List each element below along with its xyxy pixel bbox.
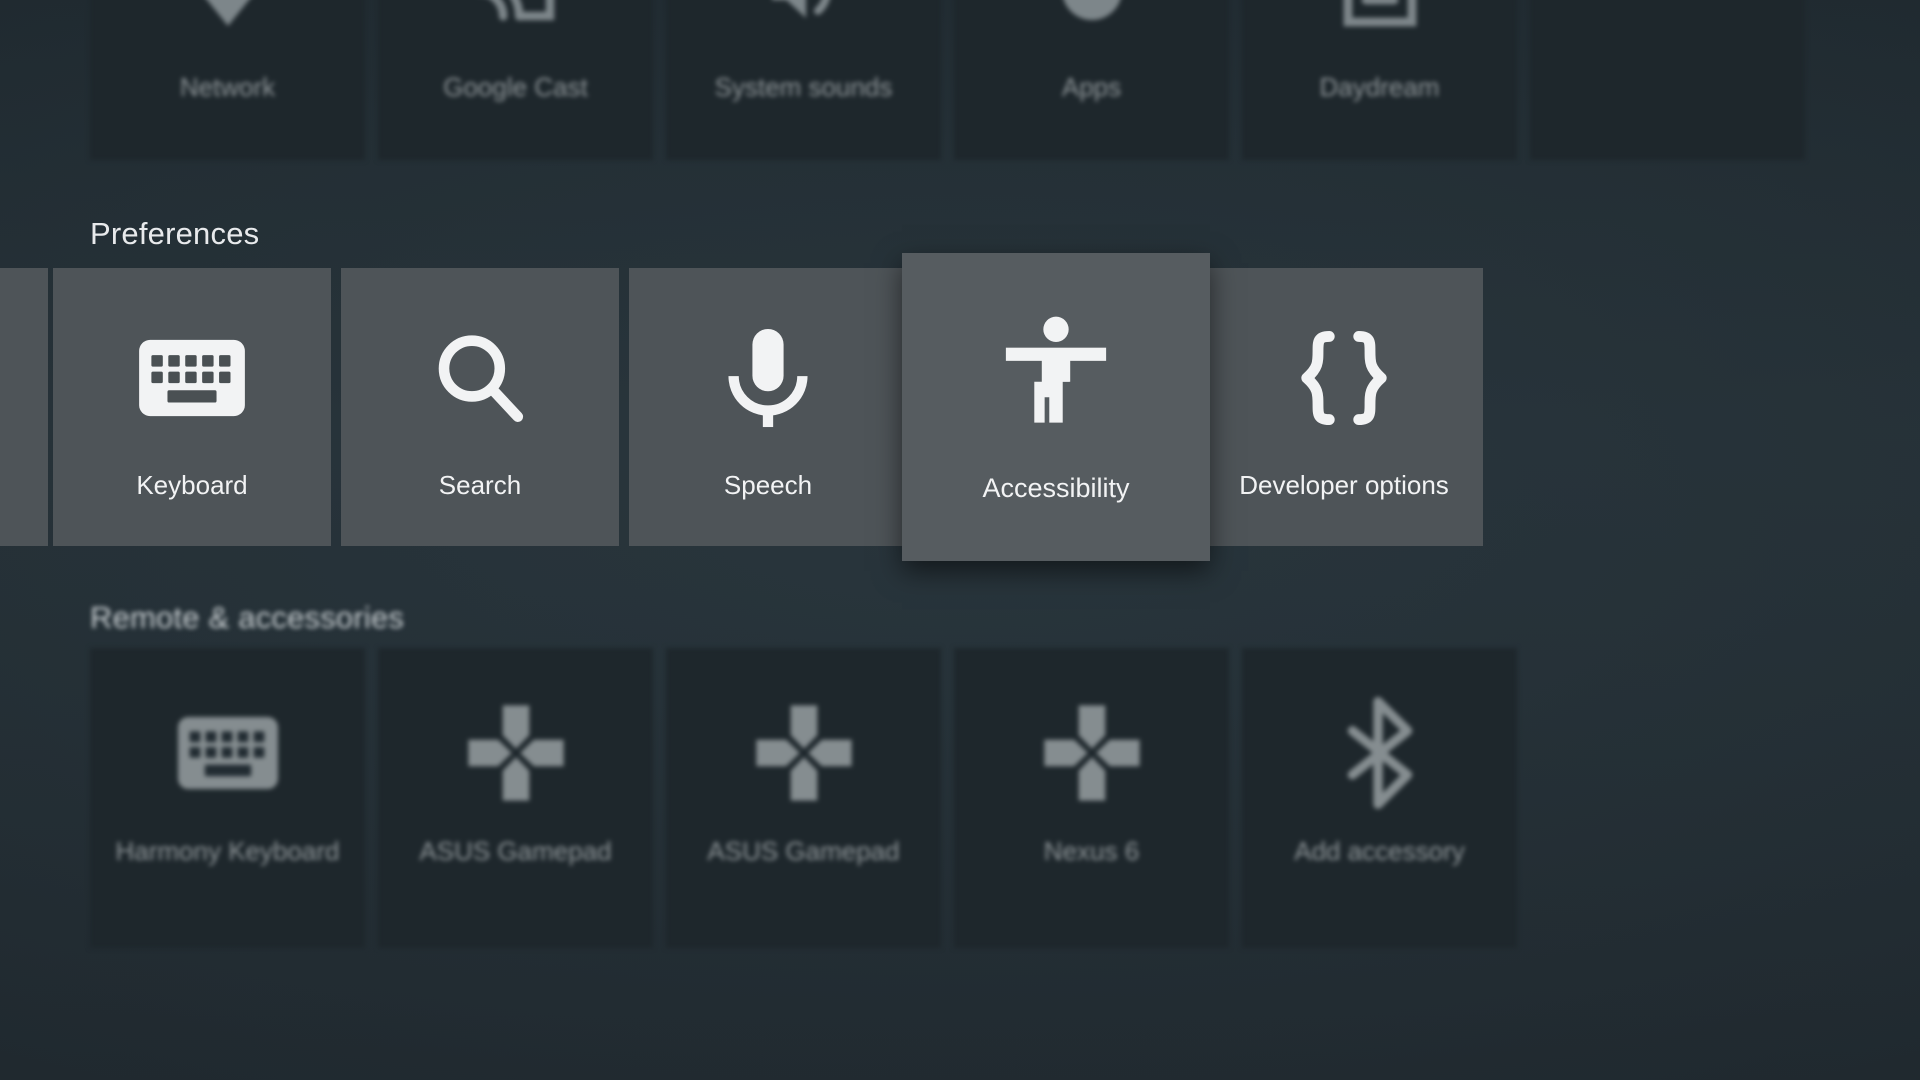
tile-label: Nexus 6 [1043, 836, 1140, 866]
apps-circle-icon [954, 0, 1229, 38]
keyboard-icon [90, 698, 365, 808]
search-icon [341, 318, 619, 438]
tile-speech[interactable]: Speech [629, 268, 907, 546]
tile-daydream[interactable]: Daydream [1242, 0, 1517, 160]
tile-label: Keyboard [136, 470, 248, 500]
tile-accessibility[interactable]: Accessibility [902, 253, 1210, 561]
tile-developer-options[interactable]: Developer options [1205, 268, 1483, 546]
curly-braces-icon [1205, 318, 1483, 438]
volume-icon [666, 0, 941, 38]
tile-system-sounds[interactable]: System sounds [666, 0, 941, 160]
tile-network[interactable]: Network [90, 0, 365, 160]
wifi-icon [90, 0, 365, 38]
tile-add-accessory[interactable]: Add accessory [1242, 648, 1517, 948]
tile-label: Accessibility [982, 473, 1130, 503]
tile-label: ASUS Gamepad [419, 836, 612, 866]
tile-harmony-keyboard[interactable]: Harmony Keyboard [90, 648, 365, 948]
tile-nexus-6[interactable]: Nexus 6 [954, 648, 1229, 948]
tile-label: Network [179, 72, 276, 102]
tile-asus-gamepad-1[interactable]: ASUS Gamepad [378, 648, 653, 948]
daydream-icon [1242, 0, 1517, 38]
dpad-icon [954, 698, 1229, 808]
settings-row-preferences: Preferences Keyboard Search Speech Acces… [0, 200, 1920, 600]
settings-row-device: Network Google Cast System sounds Apps D… [0, 0, 1920, 180]
dpad-icon [666, 698, 941, 808]
accessibility-icon [902, 308, 1210, 438]
keyboard-icon [53, 318, 331, 438]
tile-label: Add accessory [1294, 836, 1465, 866]
partial-tile-icon [0, 318, 48, 438]
tile-label: Search [438, 470, 522, 500]
tile-keyboard[interactable]: Keyboard [53, 268, 331, 546]
tile-label: Google Cast [443, 72, 588, 102]
android-tv-settings-screen: Network Google Cast System sounds Apps D… [0, 0, 1920, 1080]
bluetooth-icon [1242, 697, 1517, 809]
tile-label: ASUS Gamepad [707, 836, 900, 866]
tile-device-extra[interactable] [1530, 0, 1805, 160]
settings-row-remote-accessories: Remote & accessories Harmony Keyboard AS… [0, 580, 1920, 1080]
tile-partial-left[interactable] [0, 268, 48, 546]
row-title-preferences: Preferences [90, 216, 260, 251]
row-title-remote-accessories: Remote & accessories [90, 600, 405, 635]
tile-label: Harmony Keyboard [115, 836, 340, 866]
tile-google-cast[interactable]: Google Cast [378, 0, 653, 160]
tile-search[interactable]: Search [341, 268, 619, 546]
tile-label: Daydream [1319, 72, 1440, 102]
tile-label: System sounds [714, 72, 893, 102]
microphone-icon [629, 318, 907, 438]
tile-label: Developer options [1239, 470, 1449, 500]
tile-asus-gamepad-2[interactable]: ASUS Gamepad [666, 648, 941, 948]
tile-label: Apps [1061, 72, 1122, 102]
cast-icon [378, 0, 653, 38]
tile-label: Speech [723, 470, 813, 500]
tile-apps[interactable]: Apps [954, 0, 1229, 160]
partial-tile-icon [1530, 0, 1805, 38]
dpad-icon [378, 698, 653, 808]
